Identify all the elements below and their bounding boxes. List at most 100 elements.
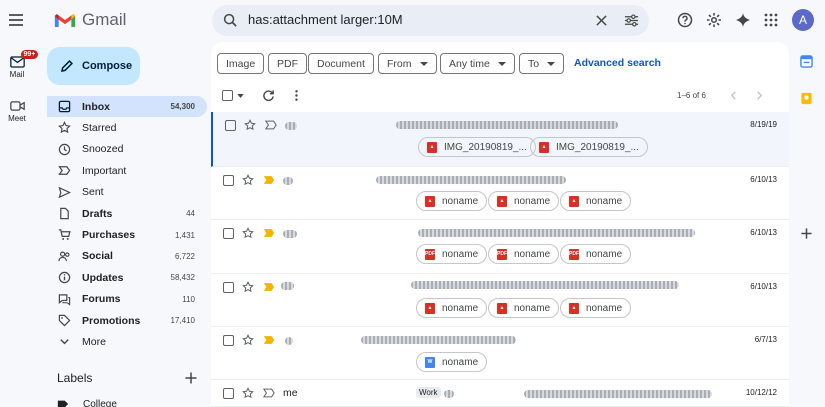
rail-mail[interactable]: 99+ Mail [4, 50, 39, 79]
email-row[interactable]: 6/7/13 Wnoname [211, 327, 789, 380]
advanced-search-link[interactable]: Advanced search [574, 57, 661, 69]
attachment-name: noname [442, 356, 479, 368]
attachment-chip[interactable]: ▲ IMG_20190819_... [418, 137, 536, 157]
label-item-college[interactable]: College [57, 398, 117, 407]
sidebar-item-starred[interactable]: Starred [47, 117, 207, 138]
search-icon[interactable] [223, 13, 238, 28]
attachment-chip[interactable]: PDF noname [416, 244, 488, 264]
attachment-chip[interactable]: PDF noname [560, 244, 632, 264]
filter-chip-from[interactable]: From [378, 53, 437, 74]
row-checkbox[interactable] [225, 120, 236, 131]
attachment-name: noname [514, 302, 551, 314]
filter-chip-pdf[interactable]: PDF [268, 53, 307, 74]
email-row[interactable]: 6/10/13 PDF noname PDF noname PDF noname [211, 220, 789, 274]
sidebar-item-label: Social [82, 250, 113, 263]
apps-grid-icon[interactable] [763, 12, 779, 28]
mail-unread-badge: 99+ [20, 50, 39, 59]
support-icon[interactable] [677, 12, 693, 28]
important-marker-icon[interactable] [263, 228, 275, 238]
chevron-right-icon[interactable] [755, 91, 764, 100]
email-row[interactable]: me Work 10/12/12 [211, 380, 789, 407]
attachment-chip[interactable]: ▲ noname [560, 298, 632, 318]
search-bar[interactable]: has:attachment larger:10M [212, 5, 649, 36]
sidebar-item-important[interactable]: Important [47, 160, 207, 181]
sidebar-item-drafts[interactable]: Drafts 44 [47, 203, 207, 224]
select-all-checkbox[interactable] [222, 90, 233, 101]
attachment-chip[interactable]: ▲ noname [416, 191, 488, 211]
chevron-left-icon[interactable] [729, 91, 738, 100]
sidebar-item-label: Snoozed [82, 143, 124, 156]
attachment-chip[interactable]: ▲ noname [488, 298, 560, 318]
attachment-name: IMG_20190819_... [556, 141, 639, 153]
important-marker-icon[interactable] [263, 335, 275, 345]
sidebar-item-promotions[interactable]: Promotions 17,410 [47, 310, 207, 331]
sidebar-item-social[interactable]: Social 6,722 [47, 246, 207, 267]
account-avatar[interactable]: A [792, 9, 814, 31]
main-menu-icon[interactable] [6, 10, 26, 30]
compose-button[interactable]: Compose [47, 47, 140, 85]
row-checkbox[interactable] [223, 175, 234, 186]
people-icon [58, 251, 70, 261]
more-vertical-icon[interactable] [290, 89, 303, 102]
sidebar-item-inbox[interactable]: Inbox 54,300 [47, 96, 207, 118]
email-row[interactable]: 6/10/13 ▲ noname ▲ noname ▲ noname [211, 274, 789, 327]
dropdown-arrow-icon [497, 61, 506, 66]
redacted-sender [283, 177, 293, 185]
clear-search-icon[interactable] [595, 14, 608, 27]
gmail-logo[interactable]: Gmail [54, 10, 126, 30]
label-tag-work[interactable]: Work [416, 387, 441, 398]
select-dropdown-icon[interactable] [237, 94, 244, 98]
star-icon[interactable] [242, 281, 254, 293]
important-marker-icon[interactable] [263, 282, 275, 292]
sidebar-nav: Inbox 54,300 Starred Snoozed Important S… [47, 96, 207, 353]
sidebar-item-purchases[interactable]: Purchases 1,431 [47, 224, 207, 245]
row-checkbox[interactable] [223, 282, 234, 293]
attachment-chip[interactable]: ▲ noname [560, 191, 632, 211]
filter-chip-any-time[interactable]: Any time [440, 53, 515, 74]
email-row[interactable]: 6/10/13 ▲ noname ▲ noname ▲ noname [211, 167, 789, 220]
add-addon-icon[interactable] [800, 227, 813, 240]
settings-gear-icon[interactable] [706, 12, 722, 28]
filter-chip-image[interactable]: Image [217, 53, 265, 74]
important-marker-icon[interactable] [265, 120, 277, 130]
star-icon[interactable] [242, 387, 254, 399]
star-icon[interactable] [242, 227, 254, 239]
shopping-cart-icon [58, 229, 71, 241]
sidebar-item-more[interactable]: More [47, 331, 207, 352]
attachment-chip[interactable]: ▲ noname [416, 298, 488, 318]
search-input[interactable]: has:attachment larger:10M [248, 12, 403, 27]
calendar-icon[interactable] [800, 55, 813, 68]
filter-chip-to[interactable]: To [519, 53, 565, 74]
sidebar-item-count: 17,410 [170, 316, 195, 326]
star-icon[interactable] [244, 119, 256, 131]
star-icon[interactable] [242, 334, 254, 346]
sidebar-item-label: Forums [82, 293, 121, 306]
attachment-chip[interactable]: ▲ noname [488, 191, 560, 211]
rail-meet-label: Meet [8, 114, 26, 123]
search-options-icon[interactable] [624, 13, 639, 28]
filter-chip-document[interactable]: Document [308, 53, 374, 74]
email-row[interactable]: 8/19/19 ▲ IMG_20190819_... ▲ IMG_20190819_… [211, 112, 789, 167]
keep-notes-icon[interactable] [800, 92, 813, 105]
sidebar-item-forums[interactable]: Forums 110 [47, 289, 207, 310]
refresh-icon[interactable] [262, 89, 275, 102]
attachment-chip[interactable]: Wnoname [416, 352, 488, 372]
row-checkbox[interactable] [223, 335, 234, 346]
row-checkbox[interactable] [223, 228, 234, 239]
sidebar-item-label: Inbox [82, 100, 110, 113]
row-checkbox[interactable] [223, 388, 234, 399]
sidebar-item-updates[interactable]: Updates 58,432 [47, 267, 207, 288]
rail-meet[interactable]: Meet [4, 100, 30, 123]
redacted-sender [283, 230, 297, 238]
sidebar-item-sent[interactable]: Sent [47, 182, 207, 203]
chevron-down-icon [60, 339, 69, 345]
star-icon[interactable] [242, 174, 254, 186]
important-marker-icon[interactable] [263, 388, 275, 398]
add-label-icon[interactable] [184, 371, 198, 385]
attachment-chip[interactable]: ▲ IMG_20190819_... [530, 137, 648, 157]
gemini-sparkle-icon[interactable] [735, 12, 751, 28]
attachment-chip[interactable]: PDF noname [488, 244, 560, 264]
sidebar-item-snoozed[interactable]: Snoozed [47, 139, 207, 160]
important-marker-icon[interactable] [263, 175, 275, 185]
image-file-icon: ▲ [569, 302, 579, 314]
